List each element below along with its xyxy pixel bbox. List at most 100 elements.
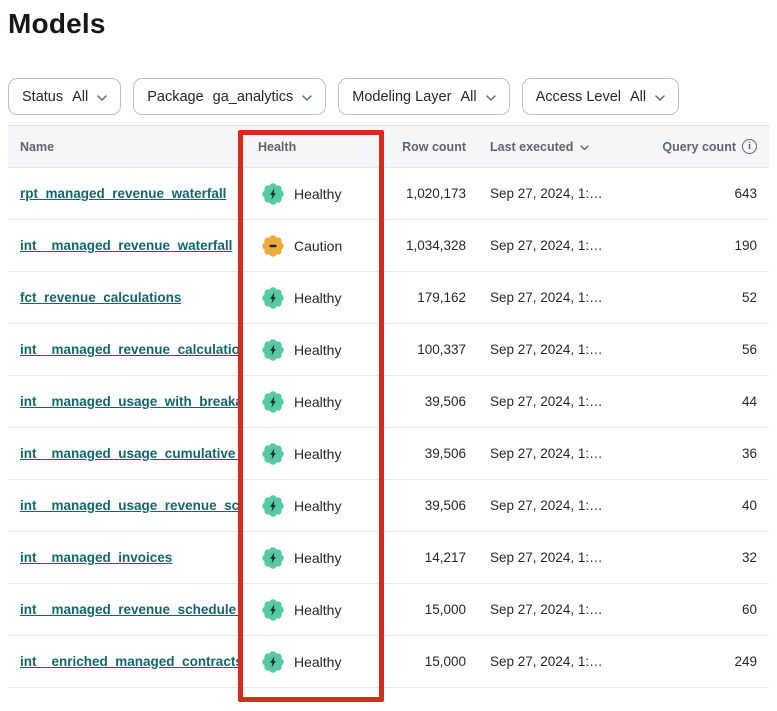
model-link[interactable]: fct_revenue_calculations (20, 290, 181, 305)
last-executed-cell: Sep 27, 2024, 1:… (478, 342, 648, 357)
filter-package[interactable]: Package ga_analytics (133, 78, 326, 115)
column-header-last-executed[interactable]: Last executed (478, 139, 648, 154)
last-executed-cell: Sep 27, 2024, 1:… (478, 602, 648, 617)
health-cell: Healthy (240, 547, 380, 569)
model-link[interactable]: int__managed_revenue_calculations (20, 342, 240, 357)
health-cell: Caution (240, 235, 380, 257)
health-cell: Healthy (240, 651, 380, 673)
page-title: Models (8, 8, 777, 40)
query-count-cell: 56 (648, 342, 769, 357)
column-header-query-count: Query count i (648, 139, 769, 154)
health-cell: Healthy (240, 443, 380, 465)
row-count-cell: 15,000 (380, 602, 478, 617)
filter-label: Package (147, 89, 203, 105)
table-row: int__managed_usage_cumulative_… Healthy … (8, 428, 769, 480)
row-count-cell: 1,020,173 (380, 186, 478, 201)
table-row: int__enriched_managed_contracts Healthy … (8, 636, 769, 688)
row-count-cell: 39,506 (380, 394, 478, 409)
query-count-cell: 249 (648, 654, 769, 669)
health-label: Healthy (294, 394, 341, 410)
last-executed-cell: Sep 27, 2024, 1:… (478, 290, 648, 305)
health-cell: Healthy (240, 495, 380, 517)
health-label: Healthy (294, 290, 341, 306)
health-label: Healthy (294, 186, 341, 202)
health-label: Caution (294, 238, 342, 254)
model-link[interactable]: int__managed_usage_revenue_sc… (20, 498, 240, 513)
query-count-cell: 60 (648, 602, 769, 617)
last-executed-cell: Sep 27, 2024, 1:… (478, 238, 648, 253)
sort-chevron-icon (580, 140, 589, 154)
query-count-cell: 52 (648, 290, 769, 305)
health-cell: Healthy (240, 183, 380, 205)
healthy-icon (262, 495, 284, 517)
model-link[interactable]: int__managed_usage_with_breaka… (20, 394, 240, 409)
column-header-label: Query count (662, 140, 736, 154)
column-header-name: Name (8, 140, 240, 154)
filter-access-level[interactable]: Access Level All (522, 78, 680, 115)
last-executed-cell: Sep 27, 2024, 1:… (478, 498, 648, 513)
filter-value: ga_analytics (213, 89, 294, 105)
caution-icon (262, 235, 284, 257)
row-count-cell: 39,506 (380, 446, 478, 461)
table-row: rpt_managed_revenue_waterfall Healthy 1,… (8, 168, 769, 220)
query-count-cell: 44 (648, 394, 769, 409)
health-cell: Healthy (240, 339, 380, 361)
model-link[interactable]: int__managed_invoices (20, 550, 172, 565)
last-executed-cell: Sep 27, 2024, 1:… (478, 446, 648, 461)
row-count-cell: 100,337 (380, 342, 478, 357)
healthy-icon (262, 287, 284, 309)
healthy-icon (262, 651, 284, 673)
healthy-icon (262, 547, 284, 569)
filter-bar: Status All Package ga_analytics Modeling… (8, 78, 777, 115)
column-header-label: Last executed (490, 140, 573, 154)
models-table: Name Health Row count Last executed Quer… (8, 125, 769, 688)
query-count-cell: 40 (648, 498, 769, 513)
filter-label: Status (22, 89, 63, 105)
filter-value: All (72, 89, 88, 105)
health-cell: Healthy (240, 599, 380, 621)
health-label: Healthy (294, 550, 341, 566)
row-count-cell: 15,000 (380, 654, 478, 669)
filter-value: All (460, 89, 476, 105)
health-cell: Healthy (240, 391, 380, 413)
health-label: Healthy (294, 446, 341, 462)
health-cell: Healthy (240, 287, 380, 309)
filter-label: Access Level (536, 89, 621, 105)
last-executed-cell: Sep 27, 2024, 1:… (478, 394, 648, 409)
health-label: Healthy (294, 654, 341, 670)
filter-status[interactable]: Status All (8, 78, 121, 115)
chevron-down-icon (655, 89, 665, 105)
chevron-down-icon (97, 89, 107, 105)
last-executed-cell: Sep 27, 2024, 1:… (478, 186, 648, 201)
healthy-icon (262, 599, 284, 621)
health-label: Healthy (294, 342, 341, 358)
table-row: int__managed_revenue_schedule_… Healthy … (8, 584, 769, 636)
models-page: Models Status All Package ga_analytics M… (0, 8, 777, 711)
table-row: int__managed_revenue_calculations Health… (8, 324, 769, 376)
last-executed-cell: Sep 27, 2024, 1:… (478, 550, 648, 565)
table-row: int__managed_usage_revenue_sc… Healthy 3… (8, 480, 769, 532)
model-link[interactable]: int__managed_revenue_schedule_… (20, 602, 240, 617)
health-label: Healthy (294, 498, 341, 514)
model-link[interactable]: rpt_managed_revenue_waterfall (20, 186, 226, 201)
filter-value: All (630, 89, 646, 105)
filter-modeling-layer[interactable]: Modeling Layer All (338, 78, 509, 115)
table-row: int__managed_usage_with_breaka… Healthy … (8, 376, 769, 428)
model-link[interactable]: int__managed_usage_cumulative_… (20, 446, 240, 461)
column-header-health: Health (240, 140, 380, 154)
chevron-down-icon (302, 89, 312, 105)
table-row: int__managed_revenue_waterfall Caution 1… (8, 220, 769, 272)
row-count-cell: 14,217 (380, 550, 478, 565)
info-icon[interactable]: i (742, 139, 757, 154)
healthy-icon (262, 339, 284, 361)
model-link[interactable]: int__enriched_managed_contracts (20, 654, 240, 669)
filter-label: Modeling Layer (352, 89, 451, 105)
table-row: fct_revenue_calculations Healthy 179,162… (8, 272, 769, 324)
healthy-icon (262, 391, 284, 413)
table-header-row: Name Health Row count Last executed Quer… (8, 126, 769, 168)
query-count-cell: 32 (648, 550, 769, 565)
query-count-cell: 190 (648, 238, 769, 253)
chevron-down-icon (486, 89, 496, 105)
healthy-icon (262, 183, 284, 205)
model-link[interactable]: int__managed_revenue_waterfall (20, 238, 232, 253)
